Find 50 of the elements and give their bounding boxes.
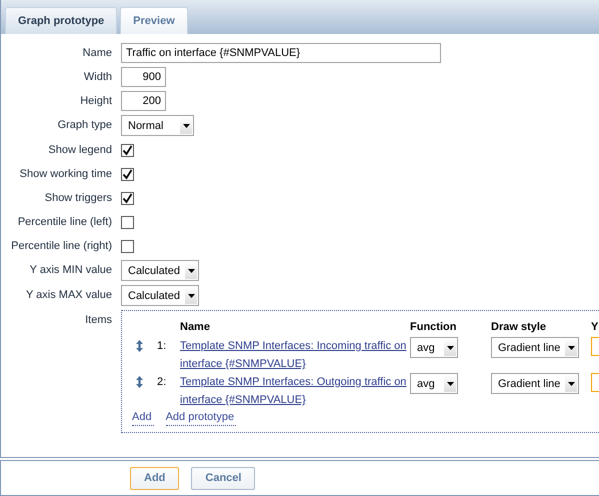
field-label: Graph type — [56, 118, 112, 133]
field-label: Show triggers — [44, 191, 112, 206]
checkbox[interactable] — [121, 240, 134, 252]
caret-icon — [182, 124, 190, 128]
caret-icon — [446, 346, 454, 350]
item-link[interactable]: Template SNMP Interfaces: Incoming traffic on interface {#SNMPVALUE} — [180, 337, 410, 373]
tab[interactable]: Preview — [120, 7, 188, 34]
form-button[interactable]: Cancel — [191, 466, 256, 490]
row-number: 2: — [157, 375, 168, 390]
text-field[interactable]: Traffic on interface {#SNMPVALUE} — [121, 43, 441, 63]
dropdown[interactable]: Calculated — [121, 285, 199, 306]
caret-icon — [568, 346, 574, 350]
field-label: Y axis MIN value — [28, 263, 112, 278]
field-label: Percentile line (left) — [16, 215, 112, 230]
checkbox[interactable] — [121, 168, 134, 180]
column-header: Draw style — [491, 321, 548, 333]
field-label: Items — [84, 313, 112, 328]
field-label: Show legend — [47, 143, 112, 158]
dropdown[interactable]: avg — [410, 337, 458, 358]
text-field[interactable]: 900 — [121, 67, 166, 87]
column-header: Function — [410, 321, 458, 333]
field-label: Height — [79, 94, 112, 109]
caret-icon — [446, 382, 454, 386]
caret-icon — [188, 294, 194, 298]
tab[interactable]: Graph prototype — [5, 7, 118, 34]
dropdown[interactable]: avg — [410, 373, 458, 394]
field-label: Width — [82, 70, 112, 85]
column-header: Name — [180, 320, 211, 335]
caret-icon — [188, 268, 194, 272]
field-label: Show working time — [18, 167, 112, 182]
row-number: 1: — [157, 339, 168, 354]
checkbox[interactable] — [121, 144, 134, 156]
field-label: Y axis MAX value — [24, 288, 112, 303]
checkbox[interactable] — [121, 192, 134, 204]
checkbox[interactable] — [121, 216, 134, 228]
form-button[interactable]: Add — [130, 466, 180, 490]
item-link[interactable]: Template SNMP Interfaces: Outgoing traffic on interface {#SNMPVALUE} — [180, 373, 410, 409]
column-header: Y — [591, 321, 599, 333]
drag-handle-icon[interactable] — [136, 340, 143, 352]
dropdown[interactable]: Gradient line — [491, 337, 579, 358]
field-label: Name — [82, 46, 112, 61]
field-label: Percentile line (right) — [10, 239, 112, 254]
add-link[interactable]: Add — [132, 411, 154, 426]
caret-icon — [568, 382, 574, 386]
add-link[interactable]: Add prototype — [166, 411, 236, 426]
dropdown[interactable]: Calculated — [121, 260, 199, 281]
dropdown[interactable]: Normal — [121, 115, 194, 136]
dropdown[interactable]: Gradient line — [491, 373, 579, 394]
drag-handle-icon[interactable] — [136, 376, 143, 388]
text-field[interactable]: 200 — [121, 91, 166, 111]
